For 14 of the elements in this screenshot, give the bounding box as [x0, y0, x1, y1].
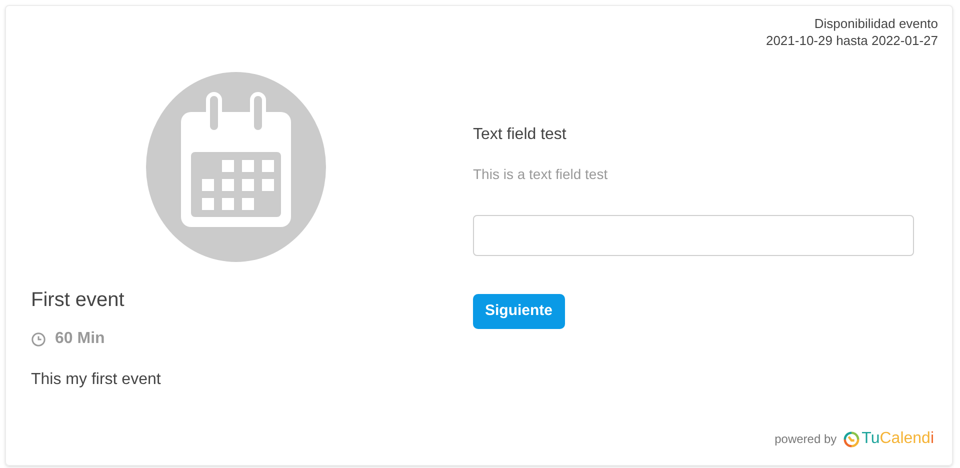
brand-logo[interactable]: TuCalendi: [842, 427, 934, 451]
availability-label: Disponibilidad evento: [814, 15, 938, 32]
event-title: First event: [31, 288, 124, 313]
availability-range: 2021-10-29 hasta 2022-01-27: [766, 32, 938, 49]
next-button[interactable]: Siguiente: [473, 294, 565, 329]
event-duration: 60 Min: [55, 329, 105, 349]
clock-logo-icon: [842, 430, 860, 448]
question-label: Text field test: [473, 125, 566, 145]
clock-icon: [31, 332, 46, 346]
event-description: This my first event: [31, 370, 161, 390]
powered-by-text: powered by: [774, 431, 837, 448]
calendar-icon: [146, 72, 326, 262]
question-help: This is a text field test: [473, 165, 608, 184]
answer-field[interactable]: [473, 215, 914, 256]
